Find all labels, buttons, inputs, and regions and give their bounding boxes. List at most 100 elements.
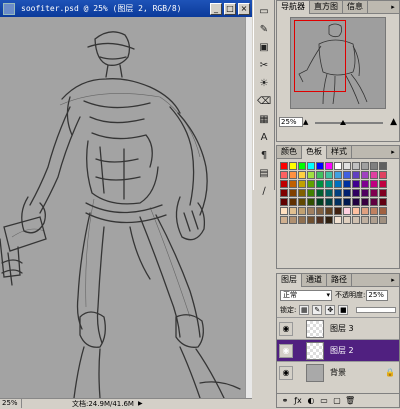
swatch[interactable] <box>289 207 297 215</box>
swatch[interactable] <box>370 171 378 179</box>
navigator-preview[interactable] <box>290 17 386 109</box>
swatch[interactable] <box>334 198 342 206</box>
brush-tool-icon[interactable]: ✎ <box>256 22 272 36</box>
zoom-in-icon[interactable]: ▲ <box>390 117 397 127</box>
eye-icon[interactable]: ◉ <box>279 343 293 358</box>
swatch[interactable] <box>370 189 378 197</box>
lock-position-icon[interactable]: ✥ <box>325 305 336 315</box>
swatch[interactable] <box>352 189 360 197</box>
swatch[interactable] <box>325 198 333 206</box>
swatch[interactable] <box>307 198 315 206</box>
slice-tool-icon[interactable]: ▭ <box>256 4 272 18</box>
close-icon[interactable]: × <box>238 2 250 15</box>
swatch[interactable] <box>334 162 342 170</box>
swatch[interactable] <box>307 216 315 224</box>
zoom-slider-thumb[interactable] <box>340 120 347 125</box>
eye-icon[interactable]: ◉ <box>279 321 293 336</box>
swatch[interactable] <box>343 189 351 197</box>
swatch[interactable] <box>352 162 360 170</box>
swatch[interactable] <box>343 180 351 188</box>
swatch[interactable] <box>316 189 324 197</box>
swatch[interactable] <box>289 198 297 206</box>
eyedropper-tool-icon[interactable]: ∕ <box>256 184 272 198</box>
trash-icon[interactable]: 🗑 <box>345 396 355 405</box>
swatch[interactable] <box>343 216 351 224</box>
swatch[interactable] <box>280 189 288 197</box>
swatch[interactable] <box>352 171 360 179</box>
swatch[interactable] <box>298 180 306 188</box>
swatch[interactable] <box>298 171 306 179</box>
stamp-tool-icon[interactable]: ▣ <box>256 40 272 54</box>
swatch[interactable] <box>352 216 360 224</box>
swatch[interactable] <box>370 162 378 170</box>
swatch[interactable] <box>343 207 351 215</box>
crop-tool-icon[interactable]: ✂ <box>256 58 272 72</box>
swatch[interactable] <box>361 180 369 188</box>
layer-style-icon[interactable]: ƒx <box>293 396 303 405</box>
layers-menu-icon[interactable]: ▸ <box>387 274 399 286</box>
swatch[interactable] <box>334 216 342 224</box>
eraser-tool-icon[interactable]: ⌫ <box>256 94 272 108</box>
swatch[interactable] <box>289 180 297 188</box>
swatch[interactable] <box>298 216 306 224</box>
swatch[interactable] <box>370 180 378 188</box>
swatch[interactable] <box>280 198 288 206</box>
tab-navigator[interactable]: 导航器 <box>277 1 310 14</box>
swatch[interactable] <box>289 216 297 224</box>
status-menu-arrow-icon[interactable]: ▶ <box>138 400 143 407</box>
layer-link-slot[interactable] <box>294 366 304 380</box>
swatch[interactable] <box>316 198 324 206</box>
swatch[interactable] <box>280 162 288 170</box>
minimize-icon[interactable]: _ <box>210 2 222 15</box>
tab-paths[interactable]: 路径 <box>327 274 352 287</box>
tab-layers[interactable]: 图层 <box>277 274 302 287</box>
swatch[interactable] <box>379 180 387 188</box>
layer-link-slot[interactable] <box>294 344 304 358</box>
swatch[interactable] <box>325 171 333 179</box>
layer-name[interactable]: 背景 <box>330 367 385 378</box>
swatch[interactable] <box>298 207 306 215</box>
swatch[interactable] <box>370 198 378 206</box>
swatch[interactable] <box>316 171 324 179</box>
lock-transparency-icon[interactable]: ▦ <box>299 305 310 315</box>
mask-icon[interactable]: ◐ <box>306 396 316 405</box>
link-layers-icon[interactable]: ⚭ <box>280 396 290 405</box>
swatch[interactable] <box>334 180 342 188</box>
gradient-tool-icon[interactable]: ▦ <box>256 112 272 126</box>
layer-name[interactable]: 图层 3 <box>330 323 385 334</box>
swatch[interactable] <box>361 216 369 224</box>
swatch[interactable] <box>280 216 288 224</box>
swatches-menu-icon[interactable]: ▸ <box>387 146 399 158</box>
navigator-view-rectangle[interactable] <box>294 20 346 92</box>
navigator-menu-icon[interactable]: ▸ <box>387 1 399 13</box>
swatch[interactable] <box>325 180 333 188</box>
swatch[interactable] <box>289 162 297 170</box>
swatch[interactable] <box>343 171 351 179</box>
swatch[interactable] <box>307 207 315 215</box>
tab-color[interactable]: 颜色 <box>277 146 302 159</box>
swatch[interactable] <box>352 198 360 206</box>
type-tool-icon[interactable]: A <box>256 130 272 144</box>
swatch[interactable] <box>352 207 360 215</box>
canvas-vertical-scrollbar[interactable] <box>245 17 252 398</box>
lock-all-icon[interactable]: ■ <box>338 305 349 315</box>
swatch[interactable] <box>307 180 315 188</box>
eye-icon[interactable]: ◉ <box>279 365 293 380</box>
swatch[interactable] <box>343 162 351 170</box>
new-set-icon[interactable]: ▭ <box>319 396 329 405</box>
swatch[interactable] <box>316 162 324 170</box>
swatch[interactable] <box>316 207 324 215</box>
swatch[interactable] <box>334 207 342 215</box>
maximize-icon[interactable]: □ <box>224 2 236 15</box>
swatch[interactable] <box>370 216 378 224</box>
swatch[interactable] <box>325 207 333 215</box>
swatch[interactable] <box>379 162 387 170</box>
swatch[interactable] <box>316 180 324 188</box>
swatch[interactable] <box>298 162 306 170</box>
navigator-zoom-input[interactable]: 25% <box>279 117 303 127</box>
swatch[interactable] <box>307 171 315 179</box>
swatch[interactable] <box>280 180 288 188</box>
swatch[interactable] <box>316 216 324 224</box>
swatch[interactable] <box>361 171 369 179</box>
swatch[interactable] <box>280 171 288 179</box>
